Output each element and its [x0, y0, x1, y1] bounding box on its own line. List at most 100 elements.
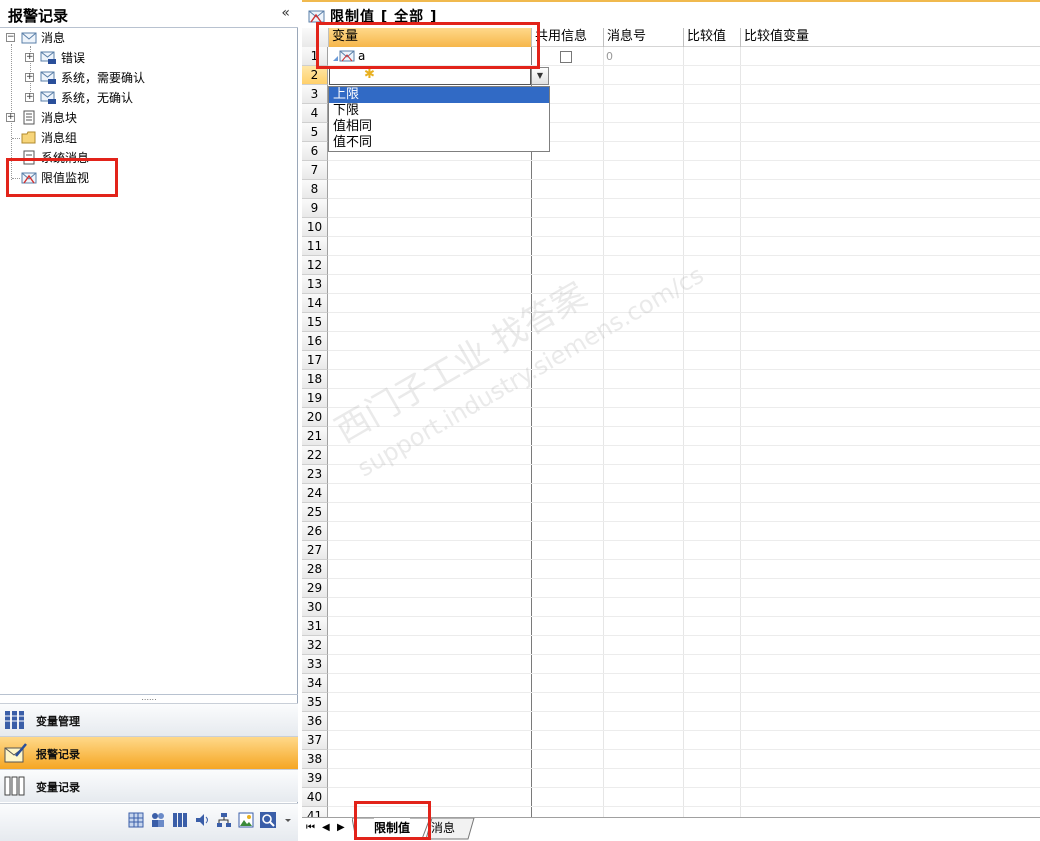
- previous-sheet-button[interactable]: ◀: [322, 818, 330, 840]
- row-divider: [328, 749, 1040, 750]
- row-divider: [328, 426, 1040, 427]
- variable-combobox[interactable]: ✱: [329, 67, 531, 85]
- row-header[interactable]: 19: [302, 389, 328, 408]
- row-header[interactable]: 14: [302, 294, 328, 313]
- columns-icon[interactable]: [172, 812, 188, 828]
- row-header[interactable]: 16: [302, 332, 328, 351]
- row-header[interactable]: 3: [302, 85, 328, 104]
- row-header[interactable]: 9: [302, 199, 328, 218]
- row-header[interactable]: 26: [302, 522, 328, 541]
- column-header-compare-value[interactable]: 比较值: [684, 28, 741, 47]
- tree-line: [12, 138, 20, 139]
- row-header[interactable]: 2: [302, 66, 328, 85]
- tree-item-message-groups[interactable]: 消息组: [0, 128, 298, 148]
- row-header[interactable]: 39: [302, 769, 328, 788]
- network-icon[interactable]: [216, 812, 232, 828]
- dropdown-option-upper-limit[interactable]: 上限: [329, 87, 549, 103]
- row-header[interactable]: 27: [302, 541, 328, 560]
- row-header[interactable]: 29: [302, 579, 328, 598]
- row-header[interactable]: 15: [302, 313, 328, 332]
- row-header[interactable]: 18: [302, 370, 328, 389]
- tree-item-system-messages[interactable]: 系统消息: [0, 148, 298, 168]
- row-header[interactable]: 11: [302, 237, 328, 256]
- expand-toggle-icon[interactable]: +: [25, 53, 34, 62]
- collapse-toggle-icon[interactable]: −: [6, 33, 15, 42]
- row-header[interactable]: 7: [302, 161, 328, 180]
- limit-value-table: 变量 共用信息 消息号 比较值 比较值变量 1 2 3 4 5 6 7 8 9 10 11 12 13 1…: [302, 28, 1040, 817]
- row-header[interactable]: 33: [302, 655, 328, 674]
- row-header[interactable]: 6: [302, 142, 328, 161]
- tree-item-error[interactable]: + 错误: [0, 48, 298, 68]
- row-header[interactable]: 38: [302, 750, 328, 769]
- limit-type-dropdown[interactable]: 上限 下限 值相同 值不同: [328, 86, 550, 152]
- collapse-icon[interactable]: «: [281, 5, 290, 21]
- message-number-cell[interactable]: 0: [606, 50, 613, 63]
- dropdown-option-lower-limit[interactable]: 下限: [329, 103, 549, 119]
- tab-limit-values[interactable]: 限制值: [374, 818, 411, 840]
- image-icon[interactable]: [238, 812, 254, 828]
- nav-button-alarm-logging[interactable]: 报警记录: [0, 736, 298, 769]
- expand-toggle-icon[interactable]: +: [6, 113, 15, 122]
- tree-item-system-noack[interactable]: + 系统，无确认: [0, 88, 298, 108]
- pane-splitter[interactable]: ......: [0, 694, 298, 703]
- column-header-variable[interactable]: 变量: [329, 28, 532, 47]
- row-header[interactable]: 8: [302, 180, 328, 199]
- tab-messages[interactable]: 消息: [431, 818, 455, 840]
- row-header[interactable]: 21: [302, 427, 328, 446]
- row-header[interactable]: 30: [302, 598, 328, 617]
- row-header[interactable]: 23: [302, 465, 328, 484]
- tag-management-icon: [5, 711, 24, 729]
- tree-item-message-blocks[interactable]: + 消息块: [0, 108, 298, 128]
- row-divider: [328, 806, 1040, 807]
- dropdown-option-not-equal[interactable]: 值不同: [329, 135, 549, 151]
- row-header[interactable]: 20: [302, 408, 328, 427]
- tree-item-limit-monitoring[interactable]: 限值监视: [0, 168, 298, 188]
- row-header[interactable]: 25: [302, 503, 328, 522]
- tree-line: [12, 158, 20, 159]
- row-header[interactable]: 31: [302, 617, 328, 636]
- row-header[interactable]: 40: [302, 788, 328, 807]
- row-header[interactable]: 1: [302, 47, 328, 66]
- search-icon[interactable]: [260, 812, 276, 828]
- shared-info-checkbox[interactable]: [560, 51, 572, 63]
- row-header[interactable]: 36: [302, 712, 328, 731]
- tree-item-label: 系统，无确认: [61, 91, 134, 105]
- column-header-message-number[interactable]: 消息号: [604, 28, 684, 47]
- row-header[interactable]: 5: [302, 123, 328, 142]
- row-divider: [328, 521, 1040, 522]
- users-icon[interactable]: [150, 812, 166, 828]
- variable-name-cell[interactable]: a: [358, 49, 365, 63]
- column-header-compare-value-variable[interactable]: 比较值变量: [741, 28, 861, 47]
- grid-icon[interactable]: [128, 812, 144, 828]
- nav-button-tag-management[interactable]: 变量管理: [0, 703, 298, 736]
- row-header[interactable]: 4: [302, 104, 328, 123]
- row-header[interactable]: 28: [302, 560, 328, 579]
- corner-cell[interactable]: [302, 28, 329, 47]
- row-header[interactable]: 35: [302, 693, 328, 712]
- row-header[interactable]: 13: [302, 275, 328, 294]
- row-header[interactable]: 32: [302, 636, 328, 655]
- nav-button-tag-logging[interactable]: 变量记录: [0, 769, 298, 802]
- tag-logging-icon: [4, 776, 25, 796]
- row-header[interactable]: 17: [302, 351, 328, 370]
- row-header[interactable]: 10: [302, 218, 328, 237]
- row-header[interactable]: 34: [302, 674, 328, 693]
- dropdown-option-equal[interactable]: 值相同: [329, 119, 549, 135]
- row-header[interactable]: 22: [302, 446, 328, 465]
- first-sheet-button[interactable]: ⏮: [306, 818, 315, 840]
- next-sheet-button[interactable]: ▶: [337, 818, 345, 840]
- tree-item-system-ack[interactable]: + 系统，需要确认: [0, 68, 298, 88]
- column-header-shared-info[interactable]: 共用信息: [532, 28, 604, 47]
- row-header[interactable]: 41: [302, 807, 328, 817]
- row-header[interactable]: 24: [302, 484, 328, 503]
- expand-toggle-icon[interactable]: +: [25, 73, 34, 82]
- row-header[interactable]: 12: [302, 256, 328, 275]
- table-row[interactable]: a: [329, 47, 531, 66]
- tree-item-messages[interactable]: − 消息: [0, 28, 298, 48]
- row-header[interactable]: 37: [302, 731, 328, 750]
- new-row-icon: ✱: [364, 67, 375, 82]
- expand-toggle-icon[interactable]: +: [25, 93, 34, 102]
- chevron-down-icon[interactable]: ▼: [531, 67, 549, 85]
- more-arrow-icon[interactable]: [283, 812, 293, 828]
- speaker-icon[interactable]: [194, 812, 210, 828]
